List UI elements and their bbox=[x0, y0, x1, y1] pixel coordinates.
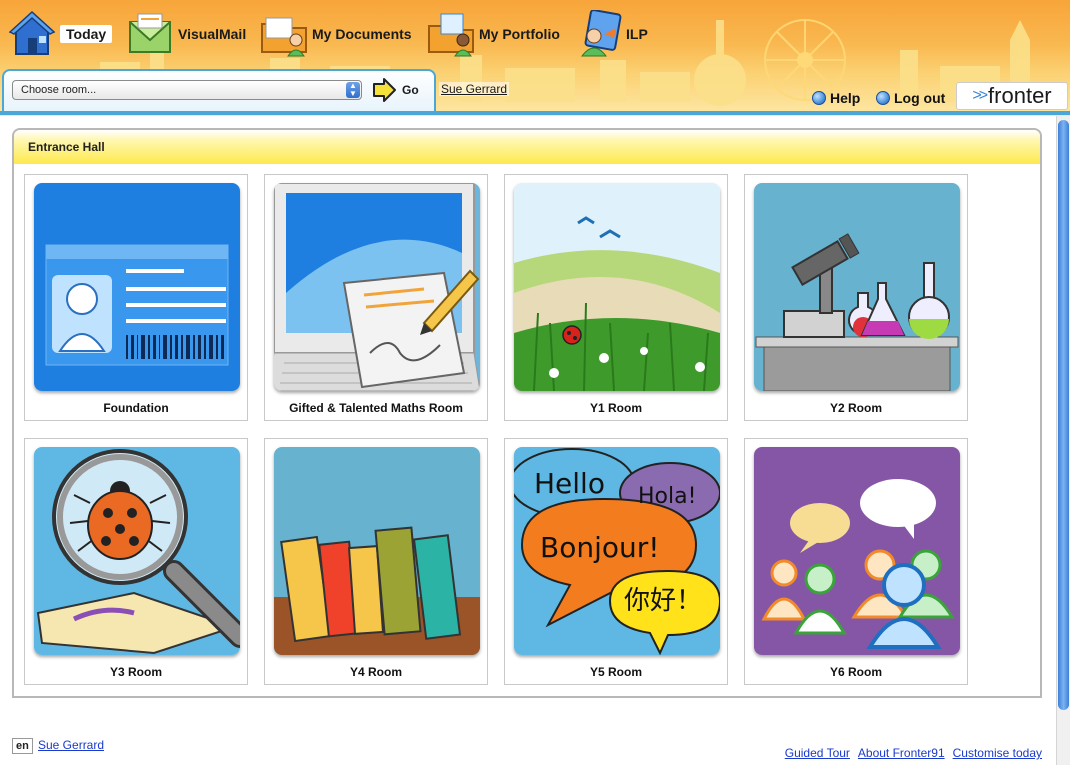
nav-my-portfolio-label: My Portfolio bbox=[479, 26, 560, 42]
room-name: Y5 Room bbox=[589, 665, 642, 679]
room-card-y5[interactable]: Hello Hola! Bonjour! 你好！ Y5 Room bbox=[504, 438, 728, 685]
logout-bullet-icon bbox=[876, 91, 890, 105]
nav-ilp[interactable]: ILP bbox=[574, 8, 648, 60]
room-name: Gifted & Talented Maths Room bbox=[289, 401, 463, 415]
double-chevron-icon: >> bbox=[972, 87, 988, 104]
nav-visualmail-label: VisualMail bbox=[178, 26, 247, 42]
room-name: Y6 Room bbox=[829, 665, 882, 679]
choose-room-value: Choose room... bbox=[21, 84, 97, 96]
logout-label: Log out bbox=[894, 90, 946, 106]
top-header: Today VisualMail My Documents My Portfol… bbox=[0, 0, 1070, 116]
room-card-foundation[interactable]: Foundation bbox=[24, 174, 248, 421]
bubble-hola: Hola! bbox=[638, 484, 696, 509]
bubble-bonjour: Bonjour! bbox=[540, 531, 659, 564]
header-divider bbox=[0, 111, 1070, 115]
guided-tour-link[interactable]: Guided Tour bbox=[785, 746, 850, 760]
about-fronter-link[interactable]: About Fronter91 bbox=[858, 746, 945, 760]
help-bullet-icon bbox=[812, 91, 826, 105]
room-card-gifted-maths[interactable]: Gifted & Talented Maths Room bbox=[264, 174, 488, 421]
go-button[interactable]: Go bbox=[372, 78, 419, 102]
room-card-y3[interactable]: Y3 Room bbox=[24, 438, 248, 685]
footer-links: Guided Tour About Fronter91 Customise to… bbox=[785, 746, 1042, 760]
header-user-link[interactable]: Sue Gerrard bbox=[439, 82, 510, 96]
nav-today[interactable]: Today bbox=[8, 8, 113, 60]
language-selector[interactable]: en bbox=[12, 738, 33, 754]
room-name: Y1 Room bbox=[589, 401, 642, 415]
portfolio-folder-icon bbox=[428, 13, 474, 57]
arrow-right-icon bbox=[373, 78, 396, 102]
nav-my-documents[interactable]: My Documents bbox=[260, 8, 412, 60]
room-card-y2[interactable]: Y2 Room bbox=[744, 174, 968, 421]
fronter-logo-text: fronter bbox=[988, 83, 1052, 108]
documents-folder-icon bbox=[261, 17, 307, 57]
panel-header: Entrance Hall bbox=[14, 130, 1040, 164]
room-name: Y2 Room bbox=[829, 401, 882, 415]
house-icon bbox=[8, 10, 56, 55]
scrollbar-thumb[interactable] bbox=[1058, 120, 1069, 710]
customise-today-link[interactable]: Customise today bbox=[953, 746, 1042, 760]
room-name: Foundation bbox=[103, 401, 169, 415]
laptop-notepad-icon bbox=[274, 183, 480, 391]
help-link[interactable]: Help bbox=[812, 90, 860, 106]
microscope-flasks-icon bbox=[754, 183, 960, 391]
entrance-hall-panel: Entrance Hall Foundation Gifted & Talent… bbox=[12, 128, 1042, 698]
select-arrows-icon: ▲ ▼ bbox=[346, 82, 360, 98]
bubble-hello: Hello bbox=[534, 467, 605, 500]
speech-bubbles-languages-icon: Hello Hola! Bonjour! 你好！ bbox=[514, 447, 720, 655]
nav-ilp-label: ILP bbox=[626, 26, 648, 42]
meadow-ladybird-icon bbox=[514, 183, 720, 391]
footer-user-link[interactable]: Sue Gerrard bbox=[38, 738, 104, 752]
mail-icon bbox=[129, 13, 171, 53]
room-card-y1[interactable]: Y1 Room bbox=[504, 174, 728, 421]
books-icon bbox=[274, 447, 480, 655]
nav-today-label: Today bbox=[60, 25, 113, 43]
people-chat-icon bbox=[754, 447, 960, 655]
room-card-y6[interactable]: Y6 Room bbox=[744, 438, 968, 685]
nav-my-documents-label: My Documents bbox=[312, 26, 412, 42]
nav-visualmail[interactable]: VisualMail bbox=[126, 8, 246, 60]
room-name: Y3 Room bbox=[109, 665, 162, 679]
logout-link[interactable]: Log out bbox=[876, 90, 945, 106]
panel-title: Entrance Hall bbox=[28, 140, 105, 154]
id-card-icon bbox=[34, 183, 240, 391]
help-label: Help bbox=[830, 90, 861, 106]
fronter-logo: >> fronter bbox=[956, 82, 1068, 110]
room-name: Y4 Room bbox=[349, 665, 402, 679]
magnifier-ladybird-icon bbox=[34, 447, 240, 655]
nav-my-portfolio[interactable]: My Portfolio bbox=[427, 8, 560, 60]
room-card-y4[interactable]: Y4 Room bbox=[264, 438, 488, 685]
go-label: Go bbox=[402, 83, 419, 97]
room-selector-bar: Choose room... ▲ ▼ Go bbox=[2, 69, 436, 113]
vertical-scrollbar[interactable] bbox=[1056, 116, 1070, 765]
choose-room-select[interactable]: Choose room... ▲ ▼ bbox=[12, 80, 362, 100]
ilp-icon bbox=[580, 10, 622, 57]
bubble-nihao: 你好！ bbox=[624, 586, 702, 616]
